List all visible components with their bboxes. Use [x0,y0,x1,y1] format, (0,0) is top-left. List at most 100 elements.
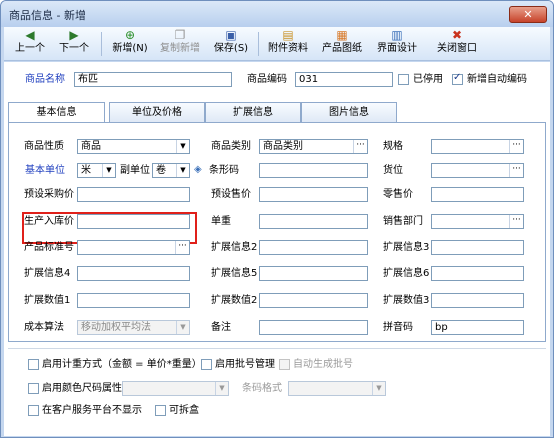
product-image-button[interactable]: ▦ 产品图纸 [318,28,366,60]
title-bar: 商品信息 - 新增 ✕ [1,1,553,27]
pinyin-label: 拼音码 [383,322,413,333]
base-unit-label: 基本单位 [25,165,65,176]
pre-purchase-input[interactable] [77,187,190,202]
extnum2-input[interactable] [259,293,368,308]
unit-weight-input[interactable] [259,214,368,229]
category-value: 商品类别 [263,141,303,152]
sub-unit-label: 副单位 [120,165,150,176]
sales-dept-input[interactable]: ··· [431,214,524,229]
pinyin-input[interactable]: bp [431,320,524,335]
auto-code-checkbox[interactable] [452,72,463,85]
ellipsis-icon[interactable]: ··· [509,164,523,177]
ui-design-button[interactable]: ▥ 界面设计 [373,28,421,60]
next-button[interactable]: ▶ 下一个 [54,28,94,60]
cost-method-select[interactable]: 移动加权平均法 ▼ [77,320,190,335]
barcode-format-label: 条码格式 [242,383,282,394]
tab-unit-price[interactable]: 单位及价格 [109,102,205,122]
product-name-label: 商品名称 [25,74,65,85]
ui-design-label: 界面设计 [377,43,417,54]
attachments-label: 附件资料 [268,43,308,54]
batch-mgmt-label: 启用批号管理 [215,359,275,370]
sub-unit-value: 卷 [156,165,166,176]
toolbar-separator [101,32,102,56]
tab-basic-info[interactable]: 基本信息 [8,102,105,123]
ellipsis-icon[interactable]: ··· [175,241,189,254]
ext3-label: 扩展信息3 [383,242,430,253]
base-unit-value: 米 [81,165,91,176]
close-icon: ✖ [451,28,463,42]
product-code-label: 商品编码 [247,74,287,85]
product-image-label: 产品图纸 [322,43,362,54]
tab-image-info[interactable]: 图片信息 [301,102,397,122]
sales-dept-label: 销售部门 [383,216,423,227]
auto-batch-checkbox[interactable] [279,359,290,370]
tab-extended-info[interactable]: 扩展信息 [205,102,301,122]
nature-select[interactable]: 商品 ▼ [77,139,190,154]
copy-icon: ❐ [174,28,186,42]
weigh-mode-checkbox[interactable] [28,359,39,370]
design-icon: ▥ [391,28,403,42]
splittable-label: 可拆盒 [169,405,199,416]
std-code-input[interactable]: ··· [77,240,190,255]
form-content: 商品名称 布匹 商品编码 031 已停用 新增自动编码 基本信息 单位及价格 扩… [4,62,550,436]
add-button[interactable]: ⊕ 新增(N) [108,28,152,60]
location-label: 货位 [383,165,403,176]
ext3-input[interactable] [431,240,524,255]
product-name-input[interactable]: 布匹 [74,72,232,87]
retail-input[interactable] [431,187,524,202]
pre-sale-label: 预设售价 [211,189,251,200]
chevron-down-icon[interactable]: ▼ [176,321,189,334]
ellipsis-icon[interactable]: ··· [509,140,523,153]
copy-add-button[interactable]: ❐ 复制新增 [156,28,204,60]
save-label: 保存(S) [213,43,249,54]
color-size-select[interactable]: ▼ [122,381,229,396]
arrow-left-icon: ◀ [25,28,35,42]
barcode-format-select[interactable]: ▼ [288,381,386,396]
barcode-input[interactable] [259,163,368,178]
batch-mgmt-checkbox[interactable] [201,359,212,370]
ext6-input[interactable] [431,266,524,281]
production-price-input[interactable] [77,214,190,229]
hide-customer-checkbox[interactable] [28,405,39,416]
ext4-input[interactable] [77,266,190,281]
extnum1-input[interactable] [77,293,190,308]
chevron-down-icon[interactable]: ▼ [102,164,115,177]
spec-label: 规格 [383,141,403,152]
ext6-label: 扩展信息6 [383,268,430,279]
ext2-input[interactable] [259,240,368,255]
auto-code-label: 新增自动编码 [467,74,527,85]
chevron-down-icon[interactable]: ▼ [372,382,385,395]
remark-input[interactable] [259,320,368,335]
window-close-button[interactable]: ✕ [509,6,547,23]
extnum3-input[interactable] [431,293,524,308]
barcode-icon: ◈ [194,164,202,175]
attachments-button[interactable]: ▤ 附件资料 [264,28,312,60]
prev-button[interactable]: ◀ 上一个 [10,28,50,60]
ext5-input[interactable] [259,266,368,281]
product-info-window: 商品信息 - 新增 ✕ ◀ 上一个 ▶ 下一个 ⊕ 新增(N) ❐ 复制新增 ▣… [0,0,554,438]
sub-unit-select[interactable]: 卷 ▼ [152,163,190,178]
chevron-down-icon[interactable]: ▼ [215,382,228,395]
image-icon: ▦ [336,28,348,42]
attachment-icon: ▤ [282,28,294,42]
pre-sale-input[interactable] [259,187,368,202]
base-unit-select[interactable]: 米 ▼ [77,163,116,178]
close-window-button[interactable]: ✖ 关闭窗口 [433,28,481,60]
remark-label: 备注 [211,322,231,333]
chevron-down-icon[interactable]: ▼ [176,164,189,177]
ext5-label: 扩展信息5 [211,268,258,279]
ellipsis-icon[interactable]: ··· [353,140,367,153]
ellipsis-icon[interactable]: ··· [509,215,523,228]
chevron-down-icon[interactable]: ▼ [176,140,189,153]
disabled-checkbox[interactable] [398,74,409,85]
location-input[interactable]: ··· [431,163,524,178]
splittable-checkbox[interactable] [155,405,166,416]
color-size-checkbox[interactable] [28,383,39,394]
nature-label: 商品性质 [24,141,64,152]
product-code-input[interactable]: 031 [295,72,393,87]
category-input[interactable]: 商品类别 ··· [259,139,368,154]
cost-method-value: 移动加权平均法 [81,322,151,333]
spec-input[interactable]: ··· [431,139,524,154]
toolbar-separator [258,32,259,56]
save-button[interactable]: ▣ 保存(S) [208,28,254,60]
